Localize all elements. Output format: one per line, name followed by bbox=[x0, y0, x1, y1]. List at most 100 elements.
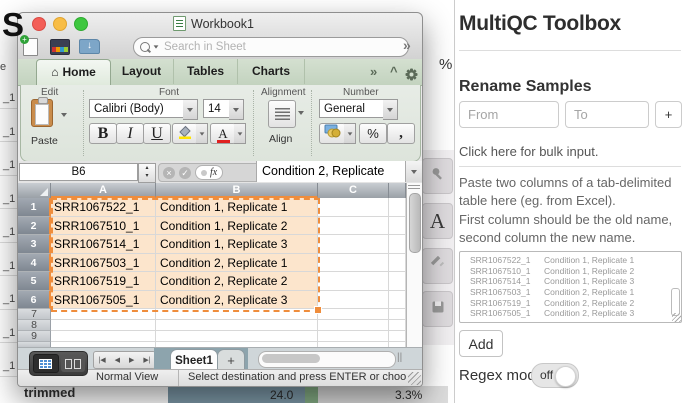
last-sheet-icon[interactable]: ▶| bbox=[143, 356, 150, 364]
font-color-button[interactable]: A bbox=[210, 123, 236, 144]
currency-button[interactable] bbox=[319, 123, 346, 144]
cell-d8[interactable] bbox=[389, 320, 406, 331]
cell-a5[interactable]: SRR1067519_1 bbox=[51, 272, 156, 291]
regex-mode-toggle[interactable]: off bbox=[531, 363, 579, 388]
number-format-dropdown[interactable] bbox=[383, 99, 398, 120]
column-header-c[interactable]: C bbox=[318, 183, 389, 198]
vertical-scrollbar[interactable] bbox=[406, 183, 422, 347]
cell-c8[interactable] bbox=[318, 320, 389, 331]
bulk-input-textarea[interactable]: SRR1067522_1Condition 1, Replicate 1 SRR… bbox=[459, 251, 682, 323]
cell-c1[interactable] bbox=[318, 198, 389, 217]
row-number[interactable]: 9 bbox=[18, 331, 51, 342]
cell-a3[interactable]: SRR1067514_1 bbox=[51, 235, 156, 254]
search-input[interactable] bbox=[162, 40, 366, 54]
cell-a9[interactable] bbox=[51, 331, 156, 342]
add-sheet-tab[interactable]: + bbox=[217, 349, 245, 371]
minimize-window-button[interactable] bbox=[53, 17, 67, 31]
align-menu-arrow[interactable] bbox=[298, 111, 304, 115]
row-number[interactable]: 4 bbox=[18, 254, 51, 273]
ribbon-overflow-button[interactable]: » bbox=[370, 59, 377, 84]
percent-style-button[interactable]: % bbox=[359, 123, 387, 144]
cell-d6[interactable] bbox=[389, 291, 406, 310]
cell-d4[interactable] bbox=[389, 254, 406, 273]
window-resize-grip[interactable] bbox=[408, 372, 421, 385]
row-number[interactable]: 2 bbox=[18, 217, 51, 236]
font-color-dropdown[interactable] bbox=[234, 123, 246, 144]
toolbar-overflow-button[interactable]: » bbox=[403, 37, 411, 53]
cell-d5[interactable] bbox=[389, 272, 406, 291]
cell-c3[interactable] bbox=[318, 235, 389, 254]
cell-c6[interactable] bbox=[318, 291, 389, 310]
toolbox-tab-highlight[interactable] bbox=[422, 158, 453, 194]
open-folder-button[interactable]: ↓ bbox=[79, 39, 100, 54]
name-box-stepper[interactable]: ▴ ▾ bbox=[138, 163, 156, 183]
cell-c9[interactable] bbox=[318, 331, 389, 342]
add-rename-pair-button[interactable]: + bbox=[655, 101, 682, 128]
cell-b6[interactable]: Condition 2, Replicate 3 bbox=[156, 291, 318, 310]
font-family-select[interactable]: Calibri (Body) bbox=[89, 99, 193, 118]
row-number[interactable]: 1 bbox=[18, 198, 51, 217]
accept-entry-button[interactable]: ✓ bbox=[179, 167, 191, 179]
textarea-scroll-thumb[interactable] bbox=[671, 288, 680, 316]
new-workbook-button[interactable]: + bbox=[23, 38, 38, 56]
font-family-dropdown[interactable] bbox=[183, 99, 198, 120]
insert-function-button[interactable]: fx bbox=[195, 165, 223, 180]
cell-c7[interactable] bbox=[318, 309, 389, 320]
paste-menu-arrow[interactable] bbox=[61, 113, 67, 117]
tab-home[interactable]: ⌂Home bbox=[36, 59, 111, 85]
tab-layout[interactable]: Layout bbox=[110, 59, 174, 84]
search-field[interactable] bbox=[133, 37, 409, 57]
italic-button[interactable]: I bbox=[116, 123, 144, 144]
fill-color-dropdown[interactable] bbox=[196, 123, 208, 144]
fill-color-button[interactable] bbox=[172, 123, 198, 144]
underline-button[interactable]: U bbox=[143, 123, 171, 144]
cell-b2[interactable]: Condition 1, Replicate 2 bbox=[156, 217, 318, 236]
column-header-a[interactable]: A bbox=[51, 183, 156, 198]
bulk-add-button[interactable]: Add bbox=[459, 330, 503, 357]
bulk-input-link[interactable]: Click here for bulk input. bbox=[459, 144, 598, 159]
cell-b9[interactable] bbox=[156, 331, 318, 342]
formula-input[interactable]: Condition 2, Replicate bbox=[256, 161, 410, 182]
cell-a4[interactable]: SRR1067503_1 bbox=[51, 254, 156, 273]
toolbox-tab-hide[interactable] bbox=[422, 248, 453, 284]
vertical-scroll-thumb[interactable] bbox=[409, 193, 421, 253]
cell-b3[interactable]: Condition 1, Replicate 3 bbox=[156, 235, 318, 254]
column-header-partial[interactable] bbox=[389, 183, 406, 198]
row-number[interactable]: 6 bbox=[18, 291, 51, 310]
row-number[interactable]: 5 bbox=[18, 272, 51, 291]
cell-b5[interactable]: Condition 2, Replicate 2 bbox=[156, 272, 318, 291]
cell-d1[interactable] bbox=[389, 198, 406, 217]
cell-a7[interactable] bbox=[51, 309, 156, 320]
toolbox-tab-save[interactable] bbox=[422, 291, 453, 327]
scrollbar-splitter[interactable]: || bbox=[397, 352, 402, 363]
tab-charts[interactable]: Charts bbox=[238, 59, 305, 84]
sheet-tab-sheet1[interactable]: Sheet1 bbox=[170, 349, 218, 371]
toolbox-tab-rename[interactable]: A bbox=[422, 203, 453, 239]
cell-a6[interactable]: SRR1067505_1 bbox=[51, 291, 156, 310]
bold-button[interactable]: B bbox=[89, 123, 117, 144]
column-header-b[interactable]: B bbox=[156, 183, 318, 198]
horizontal-scrollbar[interactable] bbox=[258, 351, 396, 368]
number-format-select[interactable]: General bbox=[319, 99, 393, 118]
normal-view-button[interactable] bbox=[33, 354, 59, 373]
row-number[interactable]: 3 bbox=[18, 235, 51, 254]
formula-dropdown[interactable] bbox=[405, 161, 422, 182]
cell-c4[interactable] bbox=[318, 254, 389, 273]
cancel-entry-button[interactable]: × bbox=[163, 167, 175, 179]
zoom-window-button[interactable] bbox=[74, 17, 88, 31]
align-button[interactable] bbox=[268, 100, 296, 128]
name-box[interactable]: B6 bbox=[19, 163, 138, 181]
cell-b8[interactable] bbox=[156, 320, 318, 331]
cell-c2[interactable] bbox=[318, 217, 389, 236]
cell-d3[interactable] bbox=[389, 235, 406, 254]
cell-b7[interactable] bbox=[156, 309, 318, 320]
paste-button[interactable] bbox=[31, 99, 57, 131]
cell-b1[interactable]: Condition 1, Replicate 1 bbox=[156, 198, 318, 217]
split-handle[interactable] bbox=[408, 185, 420, 190]
rename-from-input[interactable] bbox=[459, 101, 559, 128]
select-all-corner[interactable] bbox=[18, 183, 51, 198]
next-sheet-icon[interactable]: ▶ bbox=[129, 356, 134, 364]
close-window-button[interactable] bbox=[32, 17, 46, 31]
sheet-nav-buttons[interactable]: |◀ ◀ ▶ ▶| bbox=[93, 351, 156, 369]
cell-b4[interactable]: Condition 2, Replicate 1 bbox=[156, 254, 318, 273]
